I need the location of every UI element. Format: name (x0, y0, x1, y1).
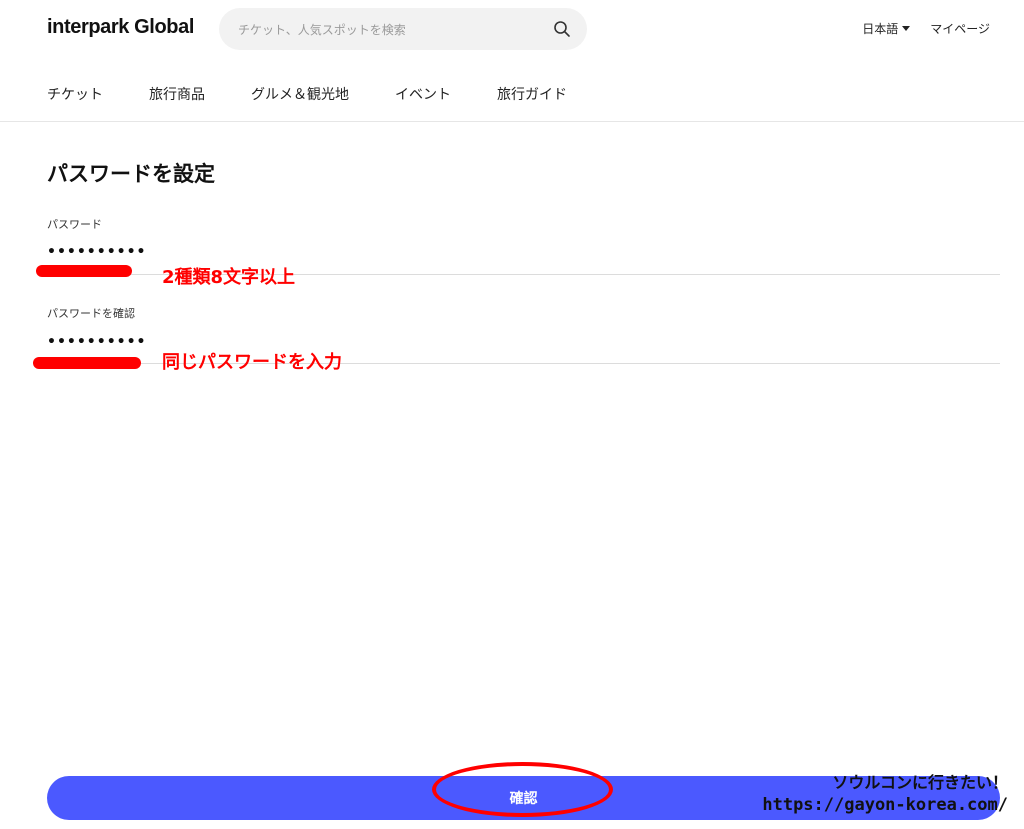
watermark-title: ソウルコンに行きたい！ (832, 773, 1008, 792)
search-bar[interactable]: チケット、人気スポットを検索 (219, 8, 587, 50)
confirm-password-field[interactable]: •••••••••• (47, 334, 146, 350)
password-label: パスワード (47, 218, 102, 231)
watermark: ソウルコンに行きたい！ https://gayon-korea.com/ (762, 772, 1008, 816)
search-icon[interactable] (553, 20, 571, 38)
highlight-circle (432, 762, 613, 817)
header-actions: 日本語 マイページ (862, 20, 990, 37)
nav-divider (0, 121, 1024, 122)
search-input[interactable]: チケット、人気スポットを検索 (238, 21, 553, 38)
nav-item-travel-guide[interactable]: 旅行ガイド (497, 84, 567, 104)
confirm-password-label: パスワードを確認 (47, 307, 135, 320)
password-annotation: 2種類8文字以上 (162, 267, 296, 288)
page-title: パスワードを設定 (47, 162, 215, 186)
confirm-highlight-mark (33, 357, 141, 369)
password-highlight-mark (36, 265, 132, 277)
nav-item-gourmet[interactable]: グルメ＆観光地 (251, 84, 349, 104)
language-selector[interactable]: 日本語 (862, 20, 911, 37)
page: interpark Global チケット、人気スポットを検索 日本語 マイペー… (0, 0, 1024, 829)
mypage-link[interactable]: マイページ (930, 20, 990, 37)
password-field[interactable]: •••••••••• (47, 244, 146, 260)
confirm-annotation: 同じパスワードを入力 (162, 352, 342, 373)
language-label: 日本語 (862, 22, 899, 36)
watermark-url: https://gayon-korea.com/ (762, 795, 1008, 815)
nav-item-tickets[interactable]: チケット (47, 84, 103, 104)
nav-item-events[interactable]: イベント (395, 84, 451, 104)
caret-down-icon (902, 26, 911, 31)
main-nav: チケット 旅行商品 グルメ＆観光地 イベント 旅行ガイド (47, 84, 567, 104)
nav-item-travel-products[interactable]: 旅行商品 (149, 84, 205, 104)
logo[interactable]: interpark Global (47, 16, 194, 39)
